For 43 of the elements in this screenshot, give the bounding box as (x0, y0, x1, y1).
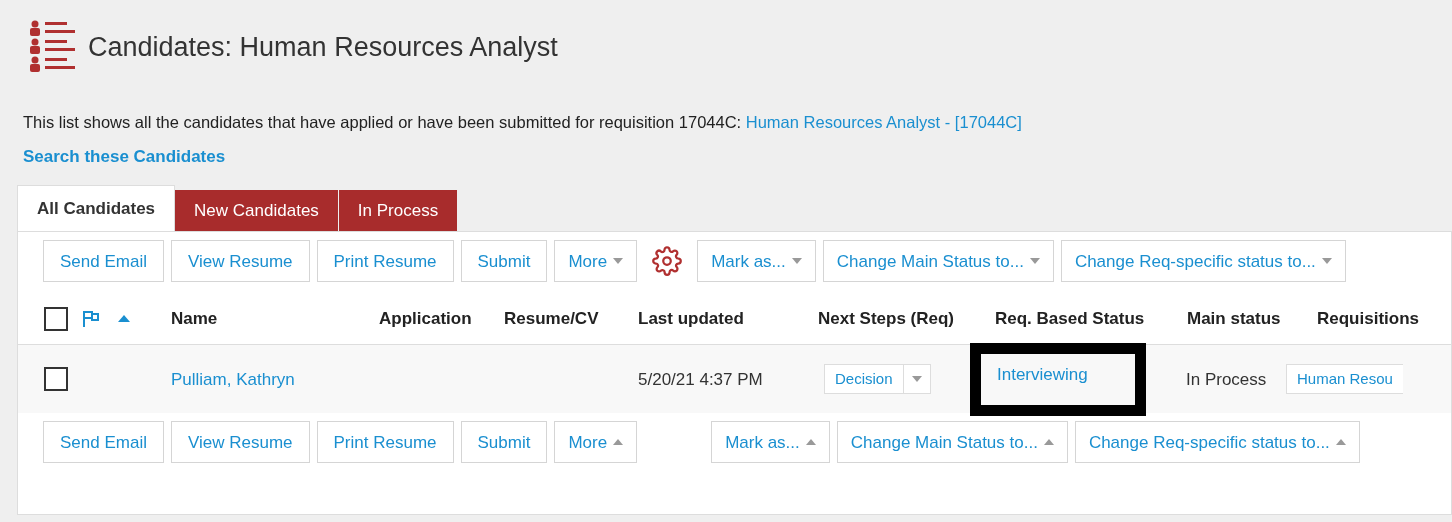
checkbox[interactable] (44, 306, 68, 331)
toolbar-button[interactable]: View Resume (170, 421, 310, 464)
dropdown-button[interactable]: More (554, 240, 638, 283)
dropdown-button[interactable]: Change Req-specific status to... (1060, 240, 1346, 283)
toolbar-button[interactable]: Send Email (43, 240, 164, 283)
column-header: Application (379, 309, 472, 328)
column-header: Next Steps (Req) (818, 309, 955, 328)
dropdown-button[interactable]: Change Req-specific status to... (1074, 421, 1360, 464)
settings-icon[interactable] (652, 246, 683, 277)
page-title: Candidates: Human Resources Analyst (88, 30, 558, 64)
column-header: Req. Based Status (995, 309, 1145, 328)
tab[interactable]: In Process (338, 190, 459, 232)
candidate-list-icon (28, 20, 78, 74)
toolbar-button[interactable]: View Resume (170, 240, 310, 283)
toolbar-button[interactable]: Print Resume (316, 421, 454, 464)
dropdown-button[interactable]: More (554, 421, 638, 464)
column-header: Requisitions (1317, 309, 1419, 328)
search-candidates-link[interactable]: Search these Candidates (23, 143, 226, 170)
tab[interactable]: All Candidates (17, 185, 176, 232)
sort-ascending-icon[interactable] (118, 315, 130, 323)
column-header: Last updated (638, 309, 744, 328)
column-header: Resume/CV (504, 309, 599, 328)
intro-text: This list shows all the candidates that have applied or have been submitted for requisition 17044C: Human Resources Analyst - [17044C] (22, 112, 1023, 133)
requisition-tag[interactable]: Human Resou (1286, 364, 1403, 395)
checkbox[interactable] (44, 367, 68, 392)
main-status-text: In Process (1186, 369, 1267, 389)
column-header: Name (171, 309, 218, 328)
dropdown-button[interactable]: Change Main Status to... (836, 421, 1068, 464)
next-step-dropdown[interactable]: Decision (824, 364, 931, 395)
status-link[interactable]: Interviewing (997, 361, 1088, 388)
toolbar-button[interactable]: Send Email (43, 421, 164, 464)
toolbar-button[interactable]: Submit (460, 421, 548, 464)
dropdown-button[interactable]: Mark as... (711, 421, 830, 464)
dropdown-button[interactable]: Mark as... (697, 240, 816, 283)
last-updated-text: 5/20/21 4:37 PM (638, 369, 763, 389)
toolbar-button[interactable]: Submit (460, 240, 548, 283)
dropdown-button[interactable]: Change Main Status to... (822, 240, 1054, 283)
toolbar-button[interactable]: Print Resume (316, 240, 454, 283)
column-header: Main status (1187, 309, 1281, 328)
tab[interactable]: New Candidates (175, 190, 339, 232)
candidate-name-link[interactable]: Pulliam, Kathryn (171, 369, 295, 389)
requisition-link[interactable]: Human Resources Analyst - [17044C] (745, 113, 1022, 131)
caret-down-icon (911, 376, 922, 383)
